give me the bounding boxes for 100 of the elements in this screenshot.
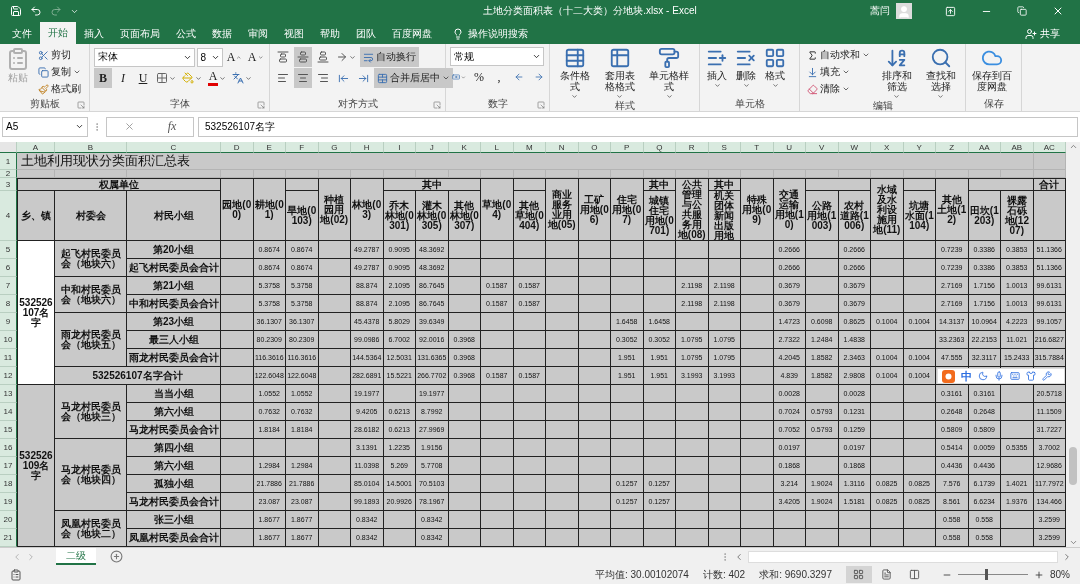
table-cell[interactable] bbox=[871, 529, 904, 548]
table-cell[interactable] bbox=[318, 259, 351, 278]
table-cell[interactable] bbox=[318, 493, 351, 512]
table-cell[interactable] bbox=[481, 259, 514, 278]
row-header[interactable]: 6 bbox=[0, 259, 17, 278]
table-cell[interactable] bbox=[903, 178, 936, 192]
table-cell[interactable] bbox=[903, 403, 936, 422]
table-cell[interactable] bbox=[903, 511, 936, 530]
table-cell[interactable] bbox=[741, 367, 774, 386]
table-cell[interactable] bbox=[643, 511, 676, 530]
table-cell[interactable] bbox=[903, 421, 936, 440]
row-header[interactable]: 21 bbox=[0, 529, 17, 548]
table-cell[interactable] bbox=[806, 241, 839, 260]
table-cell[interactable]: 凤凰村民委员会（地块二） bbox=[55, 511, 127, 548]
table-cell[interactable] bbox=[643, 421, 676, 440]
table-cell[interactable] bbox=[741, 170, 774, 179]
style-button[interactable]: 单元格样式 bbox=[643, 47, 695, 100]
table-cell[interactable] bbox=[513, 493, 546, 512]
table-cell[interactable] bbox=[448, 439, 481, 458]
table-cell[interactable] bbox=[221, 331, 254, 350]
table-cell[interactable] bbox=[741, 439, 774, 458]
ribbon-tab[interactable]: 公式 bbox=[168, 24, 204, 44]
table-cell[interactable] bbox=[1001, 421, 1034, 440]
table-cell[interactable] bbox=[741, 403, 774, 422]
vertical-align-button[interactable] bbox=[294, 47, 312, 67]
table-cell[interactable] bbox=[318, 421, 351, 440]
table-cell[interactable] bbox=[221, 475, 254, 494]
table-cell[interactable] bbox=[903, 277, 936, 296]
table-cell[interactable] bbox=[903, 439, 936, 458]
table-cell[interactable] bbox=[676, 170, 709, 179]
table-cell[interactable] bbox=[513, 313, 546, 332]
table-cell[interactable] bbox=[903, 331, 936, 350]
column-heading[interactable]: 草地(04) bbox=[481, 178, 514, 242]
table-cell[interactable] bbox=[221, 170, 254, 179]
table-cell[interactable] bbox=[643, 277, 676, 296]
table-cell[interactable] bbox=[221, 277, 254, 296]
table-cell[interactable] bbox=[708, 457, 741, 476]
table-cell[interactable]: 中和村民委员会（地块六） bbox=[55, 277, 127, 314]
table-cell[interactable]: 张三小组 bbox=[127, 511, 221, 530]
view-button[interactable] bbox=[846, 566, 872, 584]
table-cell[interactable] bbox=[806, 385, 839, 404]
table-cell[interactable] bbox=[383, 511, 416, 530]
table-cell[interactable] bbox=[611, 259, 644, 278]
table-cell[interactable] bbox=[17, 170, 55, 179]
table-cell[interactable] bbox=[546, 475, 579, 494]
table-cell[interactable]: 马龙村民委员会（地块四） bbox=[55, 439, 127, 512]
table-cell[interactable] bbox=[806, 511, 839, 530]
table-cell[interactable] bbox=[481, 511, 514, 530]
table-cell[interactable] bbox=[643, 457, 676, 476]
table-cell[interactable] bbox=[676, 439, 709, 458]
table-cell[interactable] bbox=[741, 349, 774, 368]
table-cell[interactable] bbox=[773, 170, 806, 179]
bold-button[interactable]: B bbox=[94, 68, 112, 88]
ribbon-tab[interactable]: 文件 bbox=[4, 24, 40, 44]
column-heading[interactable]: 旱地(0103) bbox=[286, 191, 319, 242]
column-header[interactable]: G bbox=[318, 142, 351, 154]
table-cell[interactable] bbox=[448, 493, 481, 512]
column-header[interactable]: H bbox=[351, 142, 384, 154]
table-cell[interactable] bbox=[481, 475, 514, 494]
fill-button[interactable]: 填充 bbox=[804, 64, 873, 80]
select-all-corner[interactable] bbox=[0, 142, 17, 154]
table-cell[interactable] bbox=[676, 421, 709, 440]
column-header[interactable]: U bbox=[773, 142, 806, 154]
format-painter-button[interactable]: 格式刷 bbox=[35, 81, 84, 97]
column-header[interactable]: E bbox=[253, 142, 286, 154]
table-cell[interactable] bbox=[513, 511, 546, 530]
table-cell[interactable] bbox=[351, 170, 384, 179]
table-cell[interactable] bbox=[903, 529, 936, 548]
table-cell[interactable] bbox=[221, 457, 254, 476]
table-cell[interactable] bbox=[221, 511, 254, 530]
table-cell[interactable] bbox=[221, 349, 254, 368]
formula-field[interactable]: 532526107名字 bbox=[198, 116, 1078, 137]
column-header[interactable]: L bbox=[481, 142, 514, 154]
column-header[interactable]: P bbox=[611, 142, 644, 154]
table-cell[interactable] bbox=[481, 457, 514, 476]
cells-button[interactable]: 删除 bbox=[733, 47, 759, 89]
table-cell[interactable] bbox=[643, 439, 676, 458]
table-cell[interactable] bbox=[903, 259, 936, 278]
table-cell[interactable] bbox=[741, 331, 774, 350]
table-cell[interactable] bbox=[741, 511, 774, 530]
table-cell[interactable] bbox=[578, 439, 611, 458]
merge-center-button[interactable]: 合并后居中 bbox=[374, 68, 453, 88]
row-header[interactable]: 12 bbox=[0, 367, 17, 386]
table-cell[interactable] bbox=[871, 457, 904, 476]
table-cell[interactable] bbox=[708, 241, 741, 260]
column-heading[interactable]: 合计 bbox=[1033, 178, 1066, 192]
table-cell[interactable] bbox=[741, 385, 774, 404]
table-cell[interactable] bbox=[708, 259, 741, 278]
table-cell[interactable] bbox=[481, 439, 514, 458]
table-cell[interactable] bbox=[936, 170, 969, 179]
table-cell[interactable] bbox=[546, 170, 579, 179]
row-header[interactable]: 8 bbox=[0, 295, 17, 314]
table-cell[interactable] bbox=[643, 295, 676, 314]
table-cell[interactable] bbox=[221, 259, 254, 278]
table-cell[interactable]: 532526107名字合计 bbox=[55, 367, 221, 386]
style-button[interactable]: 套用表格格式 bbox=[598, 47, 641, 100]
table-cell[interactable] bbox=[513, 349, 546, 368]
table-cell[interactable] bbox=[578, 493, 611, 512]
table-cell[interactable] bbox=[513, 529, 546, 548]
table-cell[interactable] bbox=[578, 421, 611, 440]
